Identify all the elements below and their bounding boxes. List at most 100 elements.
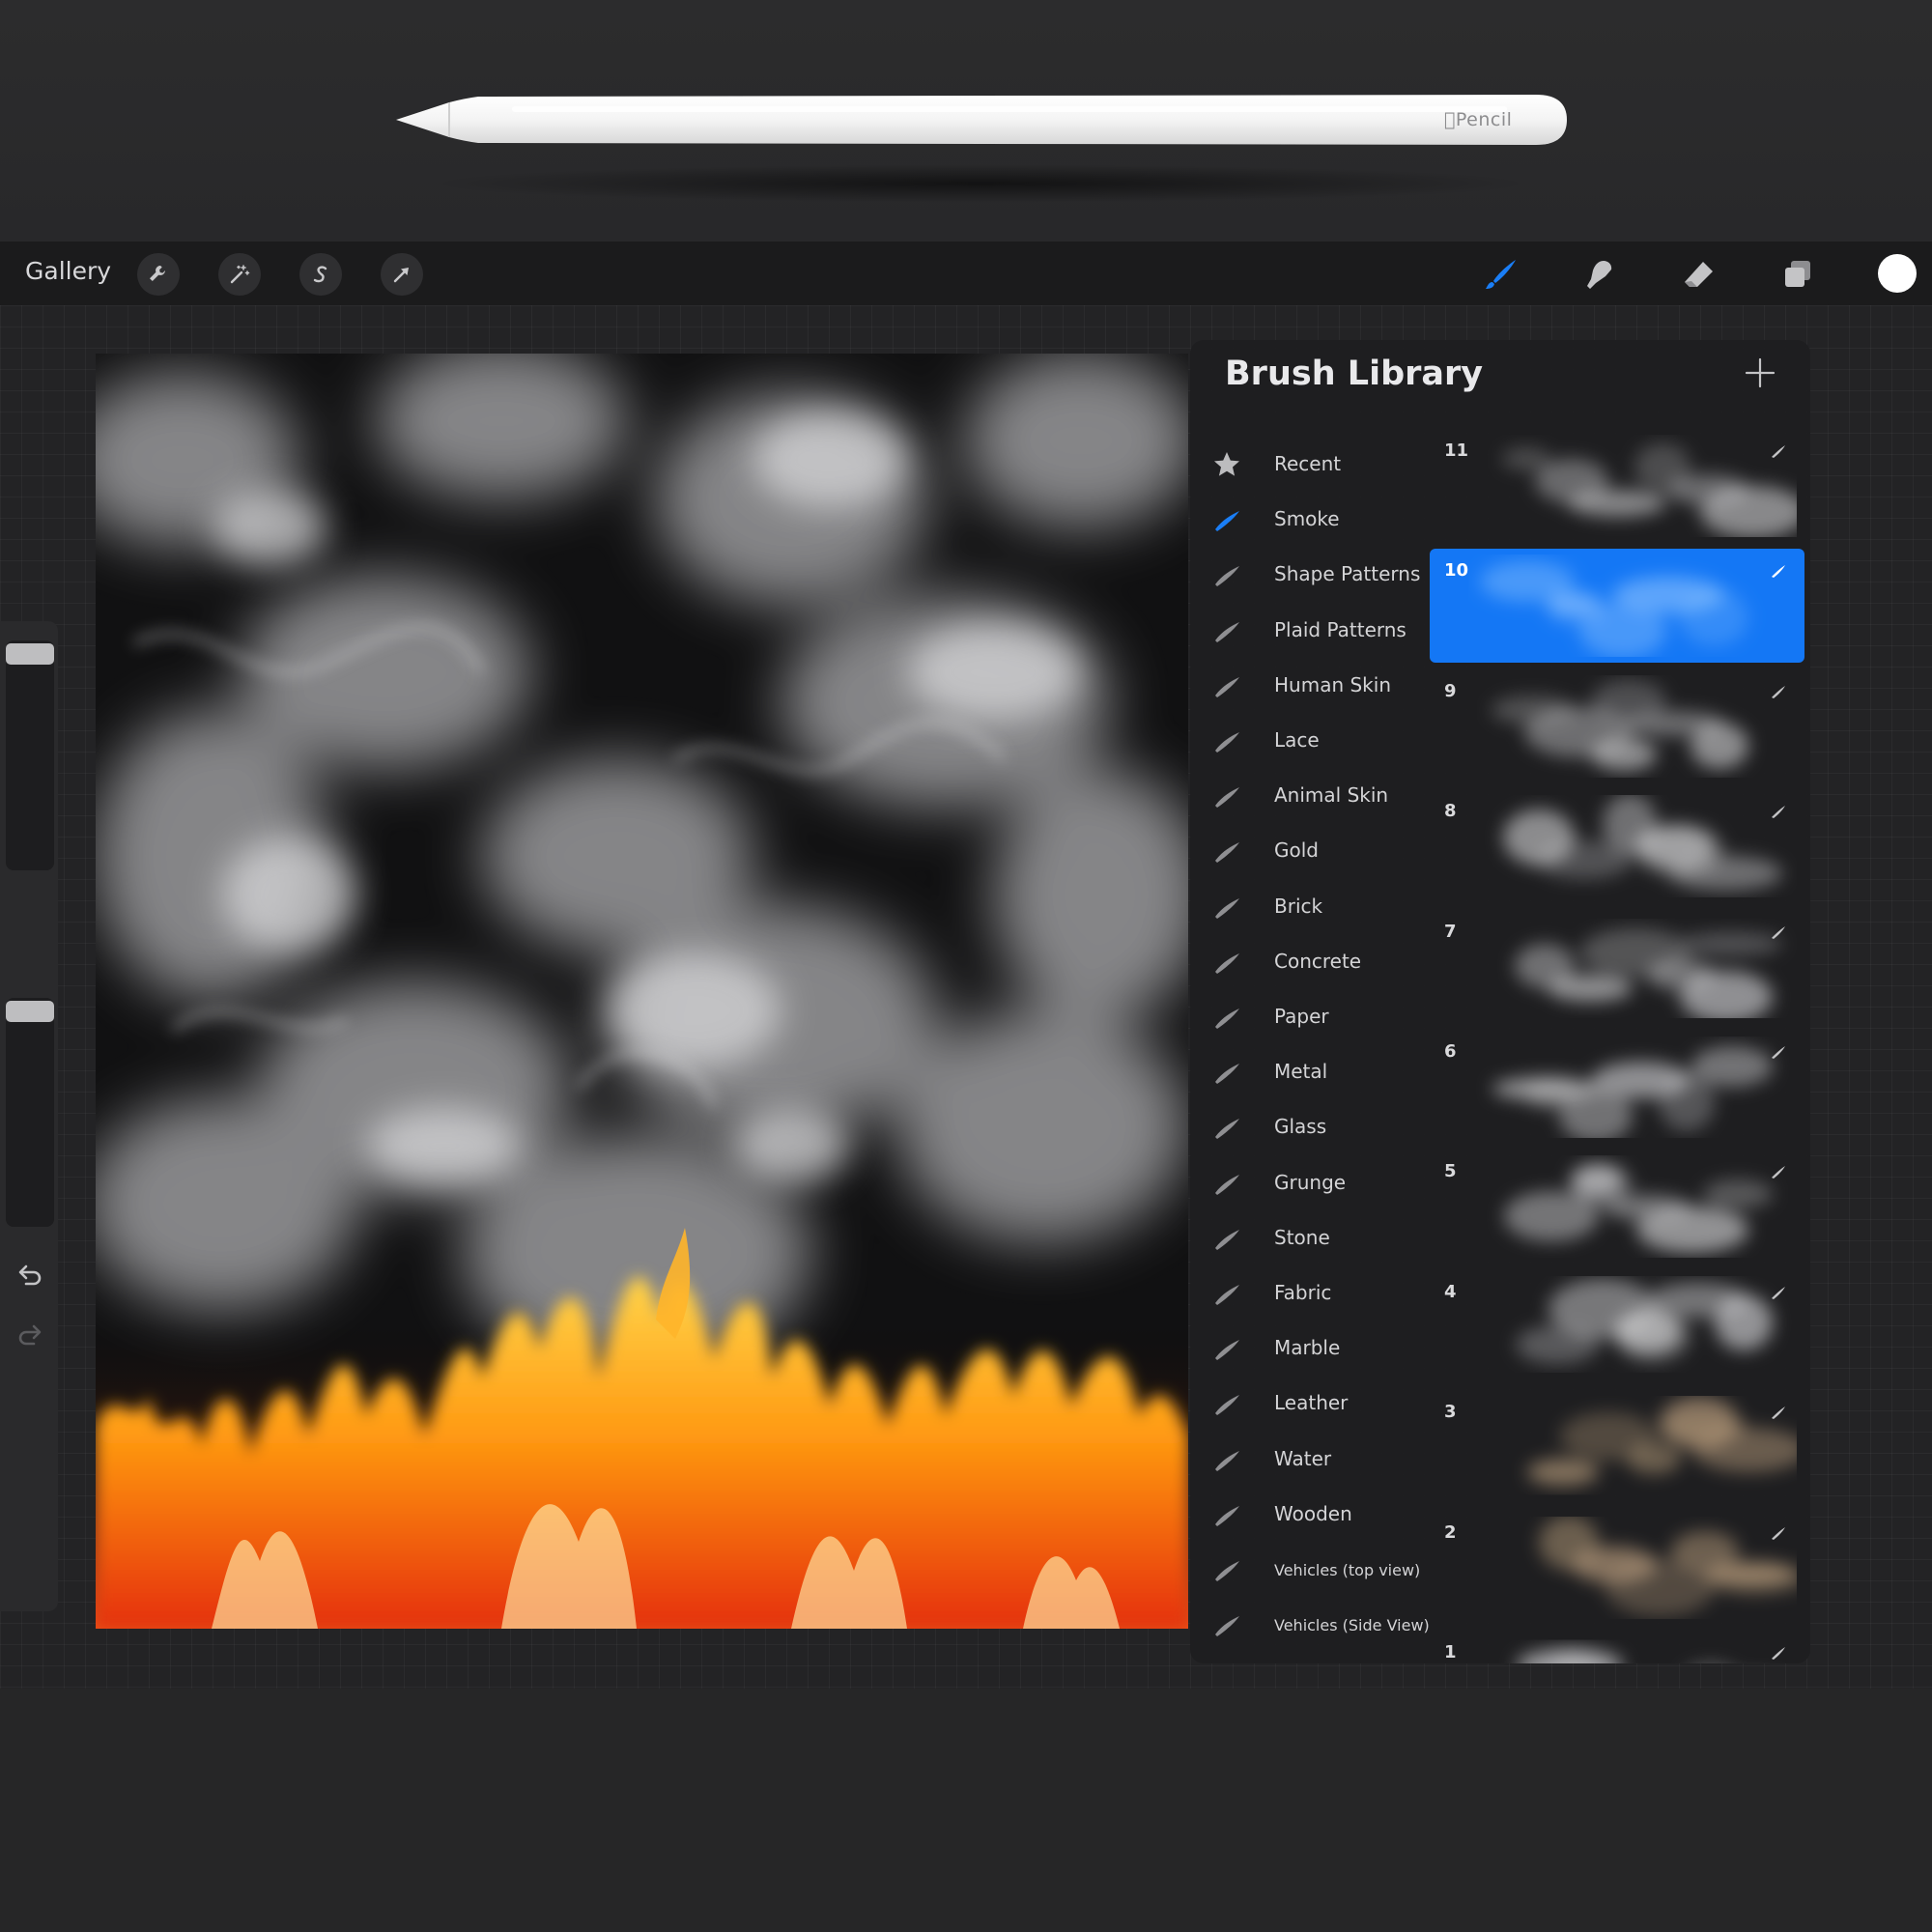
brush-stroke-icon [1215, 1506, 1239, 1526]
brush-set-human-skin[interactable]: Human Skin [1190, 658, 1422, 713]
brush-set-grunge[interactable]: Grunge [1190, 1155, 1422, 1210]
brush-set-shape-patterns[interactable]: Shape Patterns [1190, 547, 1422, 602]
brush-stroke-preview [1504, 1164, 1773, 1253]
brush-set-concrete[interactable]: Concrete [1190, 934, 1422, 989]
layers-icon[interactable] [1777, 254, 1818, 295]
brush-stroke-icon [1215, 1340, 1239, 1360]
brush-number: 7 [1444, 922, 1457, 942]
eraser-icon[interactable] [1679, 254, 1719, 295]
pencil-pressure-icon [1772, 1166, 1785, 1179]
brush-set-lace[interactable]: Lace [1190, 713, 1422, 768]
brush-stroke-icon [1215, 1561, 1239, 1581]
pencil-pressure-icon [1772, 806, 1785, 818]
brush-set-animal-skin[interactable]: Animal Skin [1190, 768, 1422, 823]
transform-arrow-icon[interactable] [381, 253, 423, 296]
brush-item-2[interactable]: 2 [1430, 1511, 1804, 1625]
brush-size-thumb[interactable] [6, 643, 54, 665]
brush-stroke-icon [1215, 1395, 1239, 1415]
brush-set-glass[interactable]: Glass [1190, 1099, 1422, 1154]
brush-set-paper[interactable]: Paper [1190, 989, 1422, 1044]
brush-stroke-icon [1215, 1064, 1239, 1084]
brush-number: 4 [1444, 1282, 1457, 1302]
brush-set-leather[interactable]: Leather [1190, 1376, 1422, 1431]
brush-stroke-preview [1517, 1649, 1623, 1663]
brush-stroke-preview [1515, 928, 1782, 1018]
brush-set-water[interactable]: Water [1190, 1432, 1422, 1487]
brush-item-8[interactable]: 8 [1430, 789, 1804, 903]
brush-stroke-preview [1527, 1397, 1797, 1486]
brush-set-vehicles-top-view[interactable]: Vehicles (top view) [1190, 1542, 1422, 1597]
pencil-brand-label: Pencil [1444, 109, 1512, 130]
pencil-pressure-icon [1772, 686, 1785, 698]
brush-stroke-icon [1215, 1616, 1239, 1636]
brush-set-recent[interactable]: Recent [1190, 437, 1422, 492]
brush-stroke-icon [1215, 1009, 1239, 1029]
redo-icon[interactable] [14, 1319, 46, 1351]
brush-stroke-icon [1215, 511, 1239, 531]
pencil-pressure-icon [1772, 565, 1785, 578]
star-icon [1214, 452, 1239, 476]
brush-stroke-preview [1502, 443, 1797, 537]
gallery-button[interactable]: Gallery [25, 257, 111, 285]
brush-item-3[interactable]: 3 [1430, 1390, 1804, 1504]
brush-number: 5 [1444, 1161, 1457, 1181]
brush-set-label: Paper [1274, 1005, 1329, 1028]
brush-item-9[interactable]: 9 [1430, 669, 1804, 783]
brush-stroke-preview [1492, 680, 1748, 771]
brush-set-label: Human Skin [1274, 673, 1391, 696]
color-picker-swatch[interactable] [1878, 254, 1917, 293]
brush-item-1[interactable]: 1 [1430, 1631, 1804, 1663]
brush-set-label: Fabric [1274, 1281, 1332, 1304]
brush-set-plaid-patterns[interactable]: Plaid Patterns [1190, 603, 1422, 658]
brush-stroke-icon [1215, 787, 1239, 808]
apple-pencil [396, 95, 1567, 145]
brush-icon[interactable] [1481, 254, 1521, 295]
smudge-icon[interactable] [1579, 254, 1620, 295]
brush-stroke-preview [1492, 1046, 1773, 1138]
brush-item-4[interactable]: 4 [1430, 1270, 1804, 1384]
brush-item-5[interactable]: 5 [1430, 1150, 1804, 1264]
plus-icon[interactable] [1743, 355, 1777, 390]
brush-set-label: Grunge [1274, 1171, 1347, 1194]
brush-set-label: Glass [1274, 1115, 1327, 1138]
brush-set-gold[interactable]: Gold [1190, 823, 1422, 878]
brush-set-label: Animal Skin [1274, 783, 1389, 807]
brush-number: 6 [1444, 1041, 1457, 1062]
brush-stroke-icon [1215, 732, 1239, 753]
brush-set-label: Leather [1274, 1391, 1349, 1414]
brush-set-vehicles-side-view[interactable]: Vehicles (Side View) [1190, 1597, 1430, 1652]
brush-set-label: Brick [1274, 895, 1323, 918]
magic-wand-icon[interactable] [218, 253, 261, 296]
brush-set-label: Stone [1274, 1226, 1330, 1249]
brush-set-stone[interactable]: Stone [1190, 1210, 1422, 1265]
top-toolbar: Gallery [0, 242, 1932, 305]
brush-stroke-icon [1215, 898, 1239, 919]
brush-set-marble[interactable]: Marble [1190, 1321, 1422, 1376]
pencil-pressure-icon [1772, 926, 1785, 939]
brush-set-label: Marble [1274, 1336, 1341, 1359]
brush-stroke-icon [1215, 622, 1239, 642]
brush-item-7[interactable]: 7 [1430, 910, 1804, 1024]
smoke-and-fire-artwork [96, 354, 1188, 1629]
opacity-thumb[interactable] [6, 1001, 54, 1022]
brush-item-10[interactable]: 10 [1430, 549, 1804, 663]
opacity-slider[interactable] [6, 998, 54, 1227]
wrench-icon[interactable] [137, 253, 180, 296]
brush-set-label: Wooden [1274, 1502, 1352, 1525]
brush-size-slider[interactable] [6, 640, 54, 870]
brush-set-wooden[interactable]: Wooden [1190, 1487, 1422, 1542]
brush-set-label: Metal [1274, 1060, 1328, 1083]
brush-number: 1 [1444, 1642, 1457, 1662]
selection-s-icon[interactable] [299, 253, 342, 296]
brush-item-11[interactable]: 11 [1430, 429, 1804, 543]
artwork-canvas[interactable] [96, 354, 1188, 1629]
brush-set-metal[interactable]: Metal [1190, 1044, 1422, 1099]
undo-icon[interactable] [14, 1259, 46, 1292]
pencil-pressure-icon [1772, 445, 1785, 458]
brush-set-smoke[interactable]: Smoke [1190, 492, 1422, 547]
brush-stroke-icon [1215, 566, 1239, 586]
brush-item-6[interactable]: 6 [1430, 1030, 1804, 1144]
brush-set-fabric[interactable]: Fabric [1190, 1265, 1422, 1321]
brush-set-brick[interactable]: Brick [1190, 879, 1422, 934]
brush-stroke-preview [1516, 1279, 1773, 1364]
